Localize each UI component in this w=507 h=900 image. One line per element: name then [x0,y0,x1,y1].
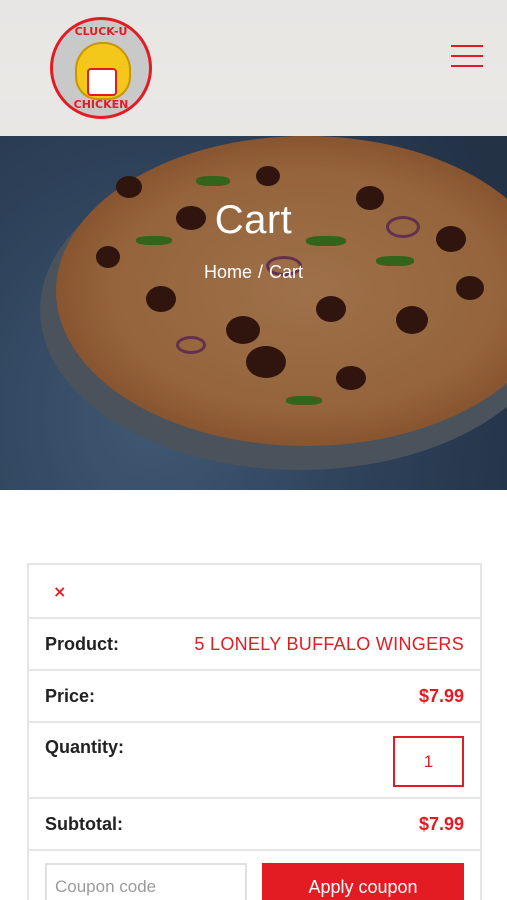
cart-subtotal-row: Subtotal: $7.99 [29,799,480,851]
product-name-link[interactable]: 5 LONELY BUFFALO WINGERS [194,634,464,655]
logo-text-top: CLUCK-U [74,25,128,38]
brand-logo[interactable]: CLUCK-U CHICKEN [50,17,152,119]
apply-coupon-button[interactable]: Apply coupon [262,863,464,900]
cart-quantity-row: Quantity: 1 [29,723,480,799]
price-value: $7.99 [418,685,464,706]
page-title: Cart [214,198,293,242]
logo-text-bottom: CHICKEN [73,98,129,111]
hamburger-menu-icon[interactable] [451,43,483,69]
cart-price-row: Price: $7.99 [29,671,480,723]
site-header: CLUCK-U CHICKEN [0,0,507,136]
quantity-label: Quantity: [45,737,124,757]
cart-product-row: Product: 5 LONELY BUFFALO WINGERS [29,619,480,671]
subtotal-value: $7.99 [418,813,464,834]
breadcrumb-current: Cart [269,262,304,282]
mascot-apron [87,68,117,96]
coupon-code-input[interactable]: Coupon code [45,863,247,900]
remove-item-icon[interactable]: × [53,582,66,601]
cart-table: × Product: 5 LONELY BUFFALO WINGERS Pric… [27,563,482,900]
subtotal-label: Subtotal: [45,813,123,834]
product-label: Product: [45,633,119,654]
quantity-input[interactable]: 1 [393,736,464,787]
cart-remove-row: × [29,565,480,619]
breadcrumb: Home / Cart [0,262,507,283]
breadcrumb-separator: / [257,262,263,282]
price-label: Price: [45,685,96,706]
breadcrumb-home-link[interactable]: Home [204,262,252,282]
coupon-row: Coupon code Apply coupon [29,851,480,900]
